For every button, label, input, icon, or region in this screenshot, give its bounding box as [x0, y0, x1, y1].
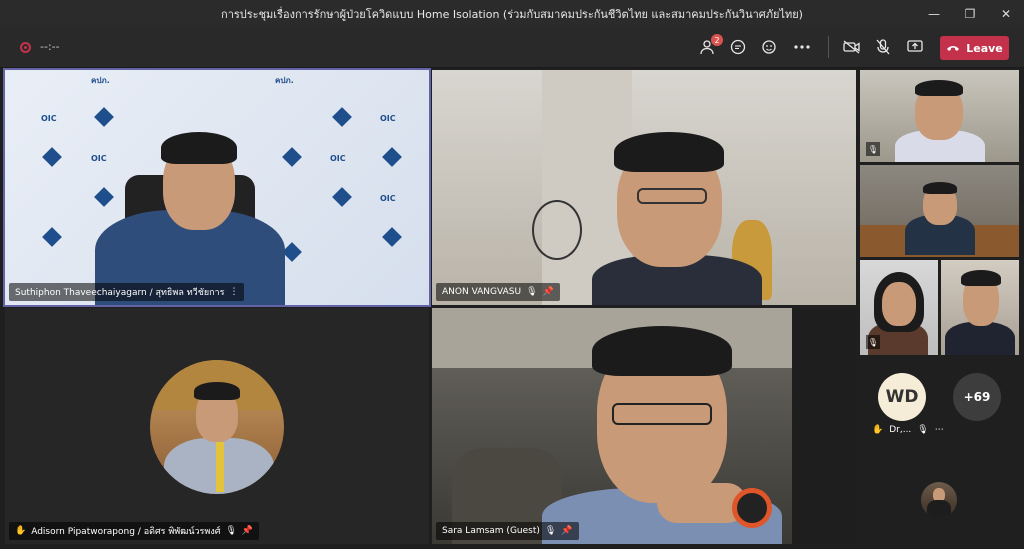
mic-muted-icon: 🎙	[866, 335, 880, 349]
person-tie	[216, 442, 224, 492]
person-hair	[915, 80, 963, 96]
oic-logo-diamond	[42, 227, 62, 247]
participant-video-circle	[150, 360, 284, 494]
smart-watch	[732, 488, 772, 528]
self-preview[interactable]	[921, 482, 957, 518]
reactions-button[interactable]	[758, 35, 782, 59]
video-tile-suthiphon[interactable]: OIC OIC OIC OIC OIC คปภ. คปภ. Suthiphon …	[3, 68, 431, 307]
close-button[interactable]: ✕	[988, 0, 1024, 27]
participant-name-tag: Sara Lamsam (Guest) 🎙 📌	[436, 522, 579, 540]
video-tile-sara[interactable]: Sara Lamsam (Guest) 🎙 📌	[432, 308, 856, 544]
oic-logo-text: OIC	[380, 114, 396, 123]
oic-logo-diamond	[382, 227, 402, 247]
window-title: การประชุมเรื่องการรักษาผู้ป่วยโควิดแบบ H…	[221, 7, 803, 21]
participant-name-tag: Suthiphon Thaveechaiyagarn / สุทธิพล ทวี…	[9, 283, 245, 301]
title-bar: การประชุมเรื่องการรักษาผู้ป่วยโควิดแบบ H…	[0, 0, 1024, 27]
toolbar-divider	[828, 36, 829, 58]
oic-logo-text: OIC	[380, 194, 396, 203]
mic-muted-icon: 🎙	[225, 526, 237, 536]
meeting-toolbar: --:-- 2 Leave	[0, 27, 1024, 68]
participants-button[interactable]: 2	[697, 34, 723, 59]
video-tile-participant-3[interactable]: 🎙	[860, 260, 938, 355]
person-hair	[961, 270, 1001, 286]
person-glasses	[637, 188, 707, 204]
decor-sculpture	[532, 200, 582, 260]
person-hair	[194, 382, 240, 400]
more-dots-icon	[794, 45, 810, 49]
oic-thai-logo-text: คปภ.	[91, 76, 110, 85]
oic-logo-text: OIC	[41, 114, 57, 123]
raised-hand-icon: ✋	[15, 526, 27, 536]
share-icon	[907, 40, 923, 52]
oic-logo-diamond	[282, 242, 302, 262]
video-tile-anon[interactable]: ANON VANGVASU 🎙 📌	[432, 70, 856, 305]
chat-button[interactable]	[726, 35, 750, 59]
meeting-timer: --:--	[40, 40, 60, 53]
person-hair	[614, 132, 724, 172]
participant-avatar-wd[interactable]: WD	[878, 373, 926, 421]
oic-logo-diamond	[332, 187, 352, 207]
participant-label-wd: ✋ Dr,... 🎙 ⋯	[872, 425, 944, 435]
mic-off-icon	[876, 39, 890, 55]
video-tile-adisorn[interactable]: ✋ Adisorn Pipatworapong / อดิศร พิพัฒน์ว…	[5, 308, 429, 544]
pin-icon: 📌	[241, 526, 254, 536]
participant-name-tag: ANON VANGVASU 🎙 📌	[436, 283, 560, 301]
mic-muted-icon: 🎙	[544, 526, 557, 536]
more-actions-button[interactable]	[790, 35, 814, 59]
share-screen-button[interactable]	[903, 35, 927, 59]
pin-icon: 📌	[542, 287, 554, 297]
window-controls: — ❐ ✕	[916, 0, 1024, 27]
person-glasses	[612, 403, 712, 425]
participant-name: Dr,...	[889, 425, 912, 435]
chat-icon	[730, 39, 746, 55]
camera-toggle-button[interactable]	[840, 35, 864, 59]
oic-logo-diamond	[42, 147, 62, 167]
oic-logo-diamond	[282, 147, 302, 167]
mic-toggle-button[interactable]	[871, 35, 895, 59]
participants-badge: 2	[711, 34, 723, 46]
oic-logo-diamond	[94, 187, 114, 207]
more-options-icon: ⋮	[229, 287, 239, 297]
person-body	[927, 500, 951, 518]
mic-muted-icon: 🎙	[917, 425, 929, 435]
oic-logo-diamond	[382, 147, 402, 167]
person-hair	[923, 182, 957, 194]
participant-name: Suthiphon Thaveechaiyagarn / สุทธิพล ทวี…	[15, 288, 225, 298]
minimize-button[interactable]: —	[916, 0, 952, 27]
mic-muted-icon: 🎙	[866, 142, 880, 156]
video-tile-participant-1[interactable]: 🎙	[860, 70, 1019, 162]
oic-logo-text: OIC	[91, 154, 107, 163]
leave-label: Leave	[966, 41, 1003, 55]
maximize-button[interactable]: ❐	[952, 0, 988, 27]
raised-hand-icon: ✋	[872, 425, 884, 435]
person-hair	[592, 326, 732, 376]
leave-button[interactable]: Leave	[940, 36, 1009, 60]
camera-off-icon	[843, 40, 860, 54]
reaction-hand-icon	[762, 40, 776, 54]
participant-name-tag: ✋ Adisorn Pipatworapong / อดิศร พิพัฒน์ว…	[9, 522, 260, 540]
oic-logo-diamond	[94, 107, 114, 127]
car-door	[792, 308, 856, 544]
hang-up-icon	[947, 46, 960, 51]
more-participants-button[interactable]: +69	[953, 373, 1001, 421]
participant-name: Sara Lamsam (Guest)	[442, 526, 540, 536]
mic-muted-icon: 🎙	[526, 287, 538, 297]
person-body	[945, 322, 1015, 355]
participant-name: Adisorn Pipatworapong / อดิศร พิพัฒน์วรพ…	[31, 527, 221, 537]
oic-thai-logo-text: คปภ.	[275, 76, 294, 85]
recording-indicator-icon	[20, 42, 31, 53]
oic-logo-text: OIC	[330, 154, 346, 163]
video-tile-participant-2[interactable]	[860, 165, 1019, 257]
person-hair	[161, 132, 237, 164]
more-options-icon: ⋯	[934, 425, 944, 435]
video-tile-participant-4[interactable]	[941, 260, 1019, 355]
pin-icon: 📌	[561, 526, 573, 536]
person-head	[882, 282, 916, 326]
participant-name: ANON VANGVASU	[442, 287, 522, 297]
oic-logo-diamond	[332, 107, 352, 127]
